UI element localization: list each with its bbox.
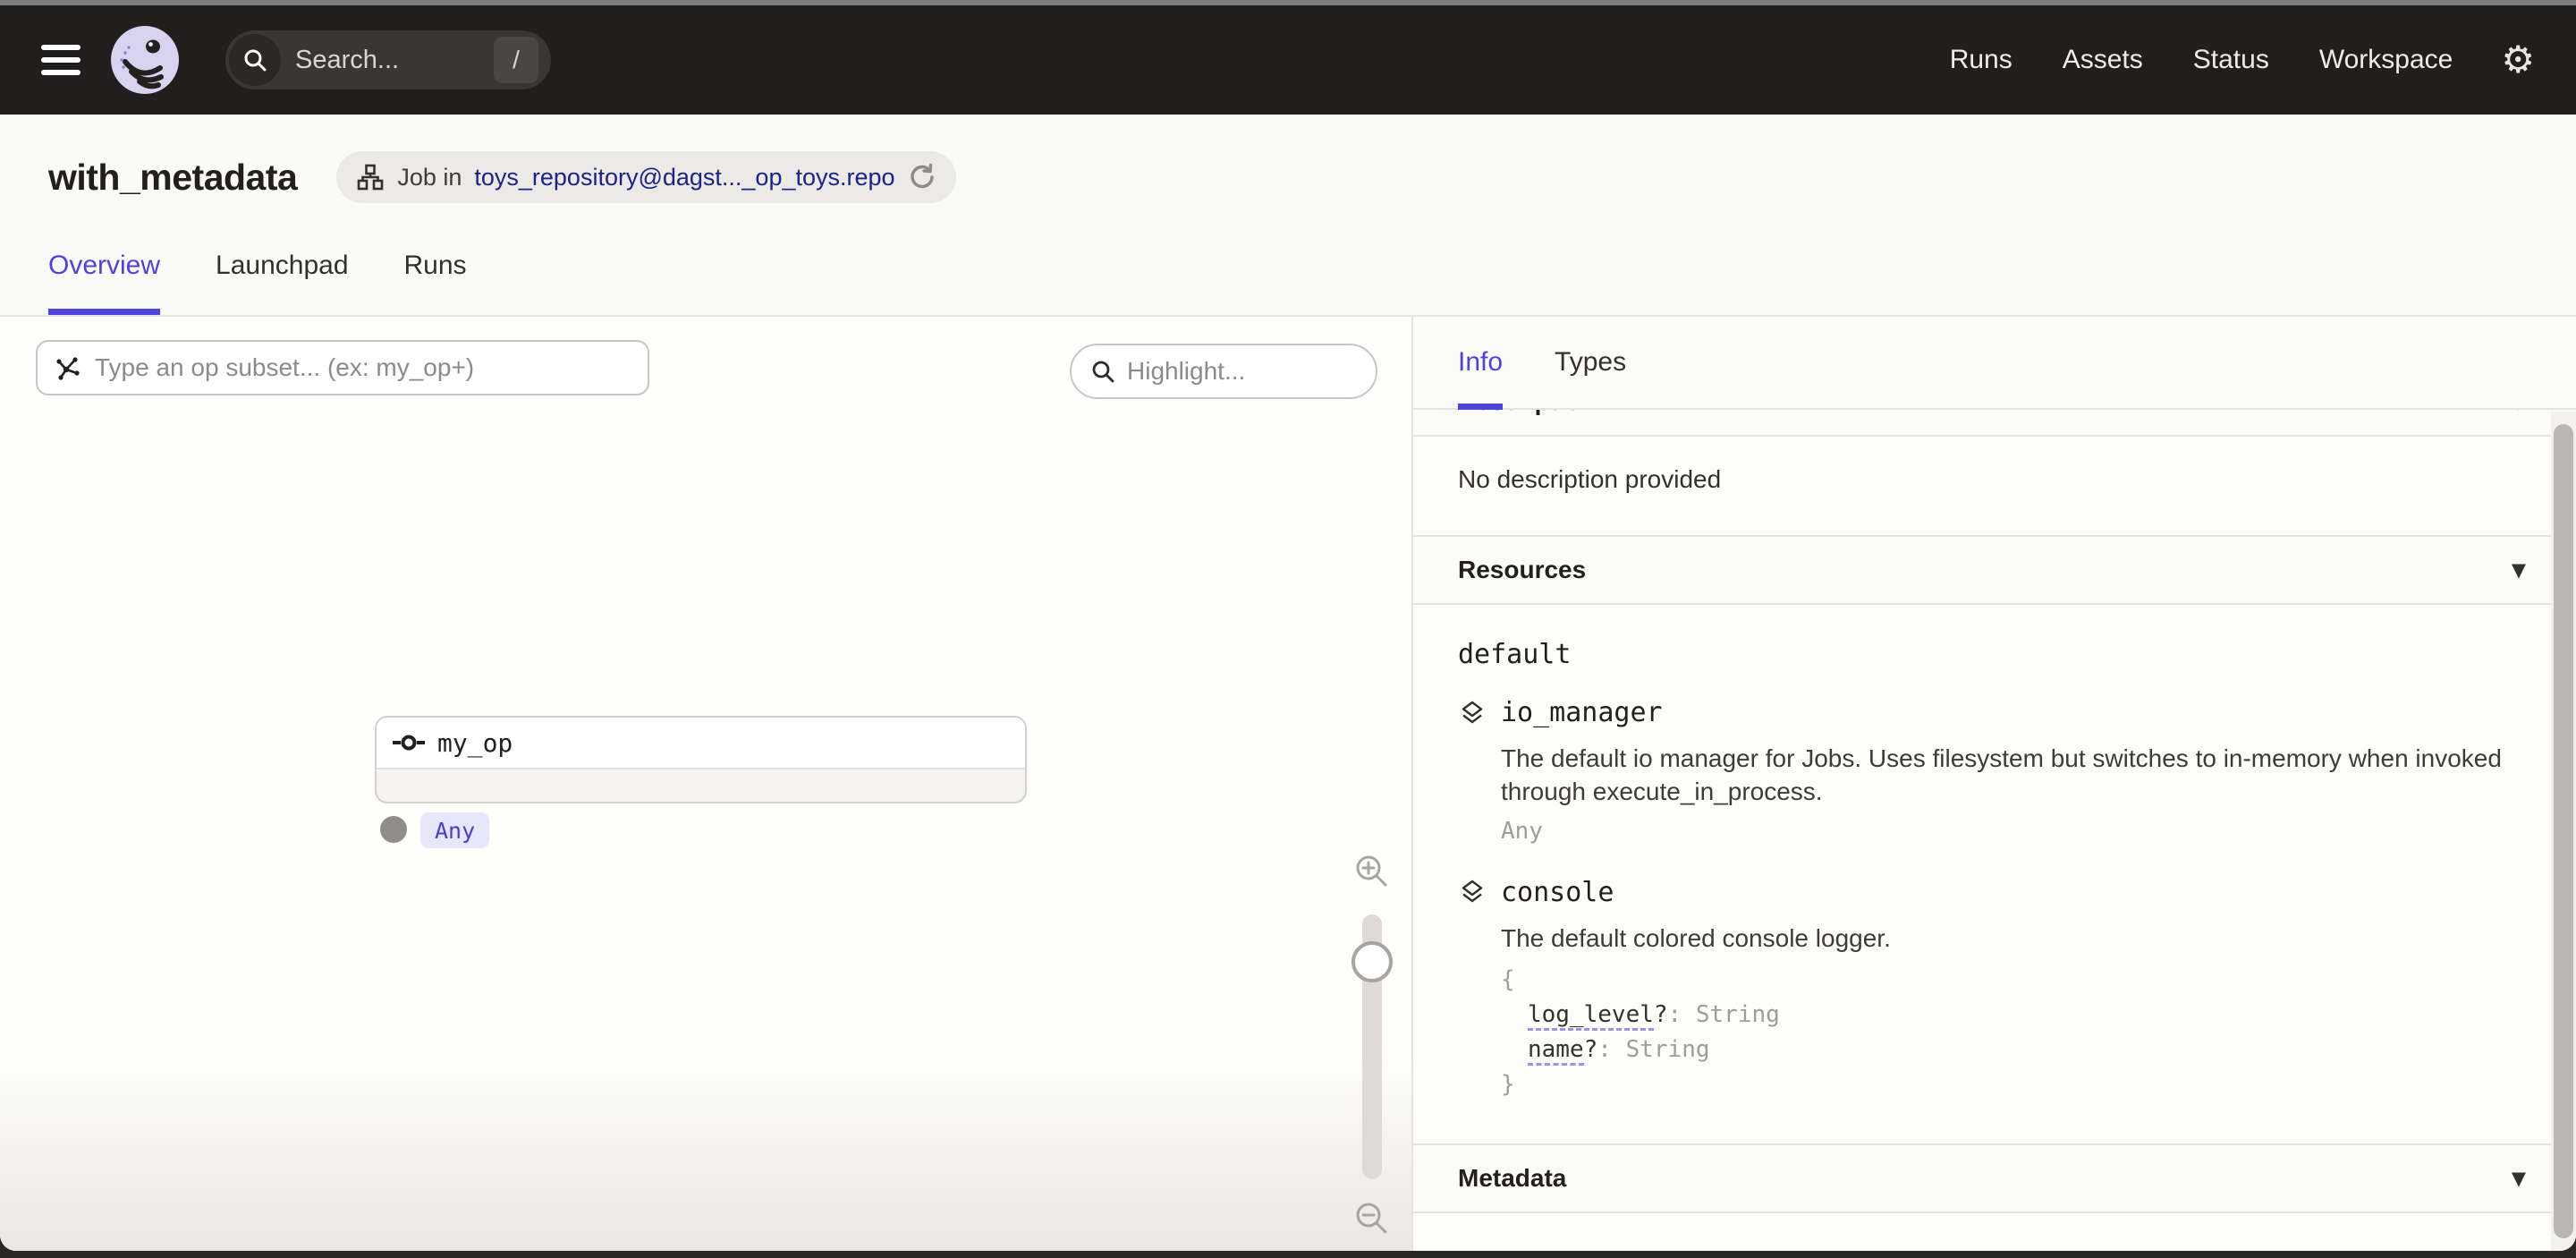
resource-type: Any bbox=[1501, 818, 2531, 845]
description-text: No description provided bbox=[1458, 465, 2531, 494]
nav-link-workspace[interactable]: Workspace bbox=[2319, 45, 2453, 75]
canvas-fade bbox=[0, 1054, 1411, 1251]
zoom-slider[interactable] bbox=[1362, 914, 1382, 1179]
chevron-down-icon: ▼ bbox=[2512, 1168, 2526, 1189]
app-window: / Runs Assets Status Workspace ⚙ with_me… bbox=[0, 5, 2576, 1251]
config-key[interactable]: name bbox=[1528, 1036, 1584, 1066]
repository-link[interactable]: toys_repository@dagst..._op_toys.repo bbox=[474, 164, 894, 191]
sidebar-tab-types[interactable]: Types bbox=[1555, 317, 1626, 408]
resource-description: The default colored console logger. bbox=[1501, 922, 2531, 956]
resource-name: console bbox=[1501, 877, 1614, 908]
nav-link-status[interactable]: Status bbox=[2193, 45, 2269, 75]
metadata-body: owner data team link https://dagster.io bbox=[1413, 1213, 2576, 1251]
description-body: No description provided bbox=[1413, 437, 2576, 537]
search-shortcut-key: / bbox=[494, 37, 538, 83]
op-subset-filter bbox=[36, 340, 649, 395]
top-navigation-bar: / Runs Assets Status Workspace ⚙ bbox=[0, 5, 2576, 115]
zoom-slider-handle[interactable] bbox=[1352, 941, 1393, 982]
op-output-connector bbox=[380, 816, 407, 843]
section-header-resources[interactable]: Resources ▼ bbox=[1413, 537, 2576, 605]
chevron-down-icon: ▼ bbox=[2512, 559, 2526, 581]
global-search[interactable]: / bbox=[225, 30, 551, 89]
sidebar-tab-info[interactable]: Info bbox=[1458, 317, 1503, 408]
op-node-name: my_op bbox=[437, 728, 513, 758]
reload-repository-button[interactable] bbox=[908, 163, 936, 191]
screen: / Runs Assets Status Workspace ⚙ with_me… bbox=[0, 0, 2576, 1258]
sidebar-scroll-area: Description ▼ No description provided Re… bbox=[1413, 410, 2576, 1251]
dagster-logo[interactable] bbox=[109, 24, 181, 96]
sidebar-scrollbar-thumb[interactable] bbox=[2554, 424, 2573, 1238]
zoom-out-button[interactable] bbox=[1352, 1199, 1392, 1238]
settings-gear-icon[interactable]: ⚙ bbox=[2501, 41, 2535, 79]
op-node-my-op[interactable]: my_op bbox=[375, 716, 1027, 803]
highlight-filter bbox=[1070, 344, 1377, 399]
chevron-down-icon: ▼ bbox=[2512, 410, 2526, 412]
resource-item-io-manager: io_manager The default io manager for Jo… bbox=[1458, 697, 2531, 845]
nav-link-runs[interactable]: Runs bbox=[1950, 45, 2012, 75]
tab-launchpad[interactable]: Launchpad bbox=[216, 238, 348, 315]
resource-layers-icon bbox=[1458, 878, 1487, 906]
resource-layers-icon bbox=[1458, 699, 1487, 727]
highlight-input[interactable] bbox=[1127, 357, 1358, 386]
config-field: name?: String bbox=[1501, 1033, 2531, 1067]
tab-overview[interactable]: Overview bbox=[48, 238, 160, 315]
info-sidebar: Info Types Description ▼ No description … bbox=[1413, 317, 2576, 1251]
page-title: with_metadata bbox=[48, 157, 297, 199]
config-field: log_level?: String bbox=[1501, 998, 2531, 1033]
section-header-description[interactable]: Description ▼ bbox=[1413, 410, 2576, 437]
op-selector-icon bbox=[54, 353, 82, 382]
job-location-badge: Job in toys_repository@dagst..._op_toys.… bbox=[336, 151, 955, 203]
resource-group-name: default bbox=[1458, 639, 2531, 670]
config-key[interactable]: log_level bbox=[1528, 1001, 1654, 1031]
hamburger-menu-icon[interactable] bbox=[41, 45, 80, 75]
job-graph-icon bbox=[356, 163, 385, 191]
search-icon bbox=[229, 34, 281, 86]
main-content: my_op Any bbox=[0, 315, 2576, 1251]
nav-links: Runs Assets Status Workspace bbox=[1950, 45, 2453, 75]
section-header-metadata[interactable]: Metadata ▼ bbox=[1413, 1145, 2576, 1213]
job-badge-prefix: Job in bbox=[397, 164, 462, 191]
nav-link-assets[interactable]: Assets bbox=[2063, 45, 2143, 75]
tab-runs[interactable]: Runs bbox=[404, 238, 467, 315]
highlight-search-icon bbox=[1089, 358, 1116, 385]
resource-name: io_manager bbox=[1501, 697, 1663, 728]
op-output-type-badge[interactable]: Any bbox=[420, 812, 489, 848]
graph-panel: my_op Any bbox=[0, 317, 1413, 1251]
resources-body: default io_manager The default io ma bbox=[1413, 605, 2576, 1145]
config-schema: { log_level?: String name?: String } bbox=[1501, 963, 2531, 1102]
resource-description: The default io manager for Jobs. Uses fi… bbox=[1501, 743, 2531, 809]
resource-item-console: console The default colored console logg… bbox=[1458, 877, 2531, 1102]
op-icon bbox=[391, 733, 427, 752]
zoom-controls bbox=[1343, 852, 1401, 1238]
metadata-row-owner: owner data team bbox=[1458, 1249, 2531, 1251]
zoom-in-button[interactable] bbox=[1352, 852, 1392, 891]
page-header: with_metadata Job in toys_repository@dag… bbox=[0, 115, 2576, 315]
op-subset-input[interactable] bbox=[95, 353, 631, 382]
page-tabs: Overview Launchpad Runs bbox=[48, 238, 2576, 315]
search-input[interactable] bbox=[281, 46, 494, 75]
sidebar-scrollbar-track[interactable] bbox=[2551, 412, 2576, 1251]
sidebar-tabs: Info Types bbox=[1413, 317, 2576, 410]
